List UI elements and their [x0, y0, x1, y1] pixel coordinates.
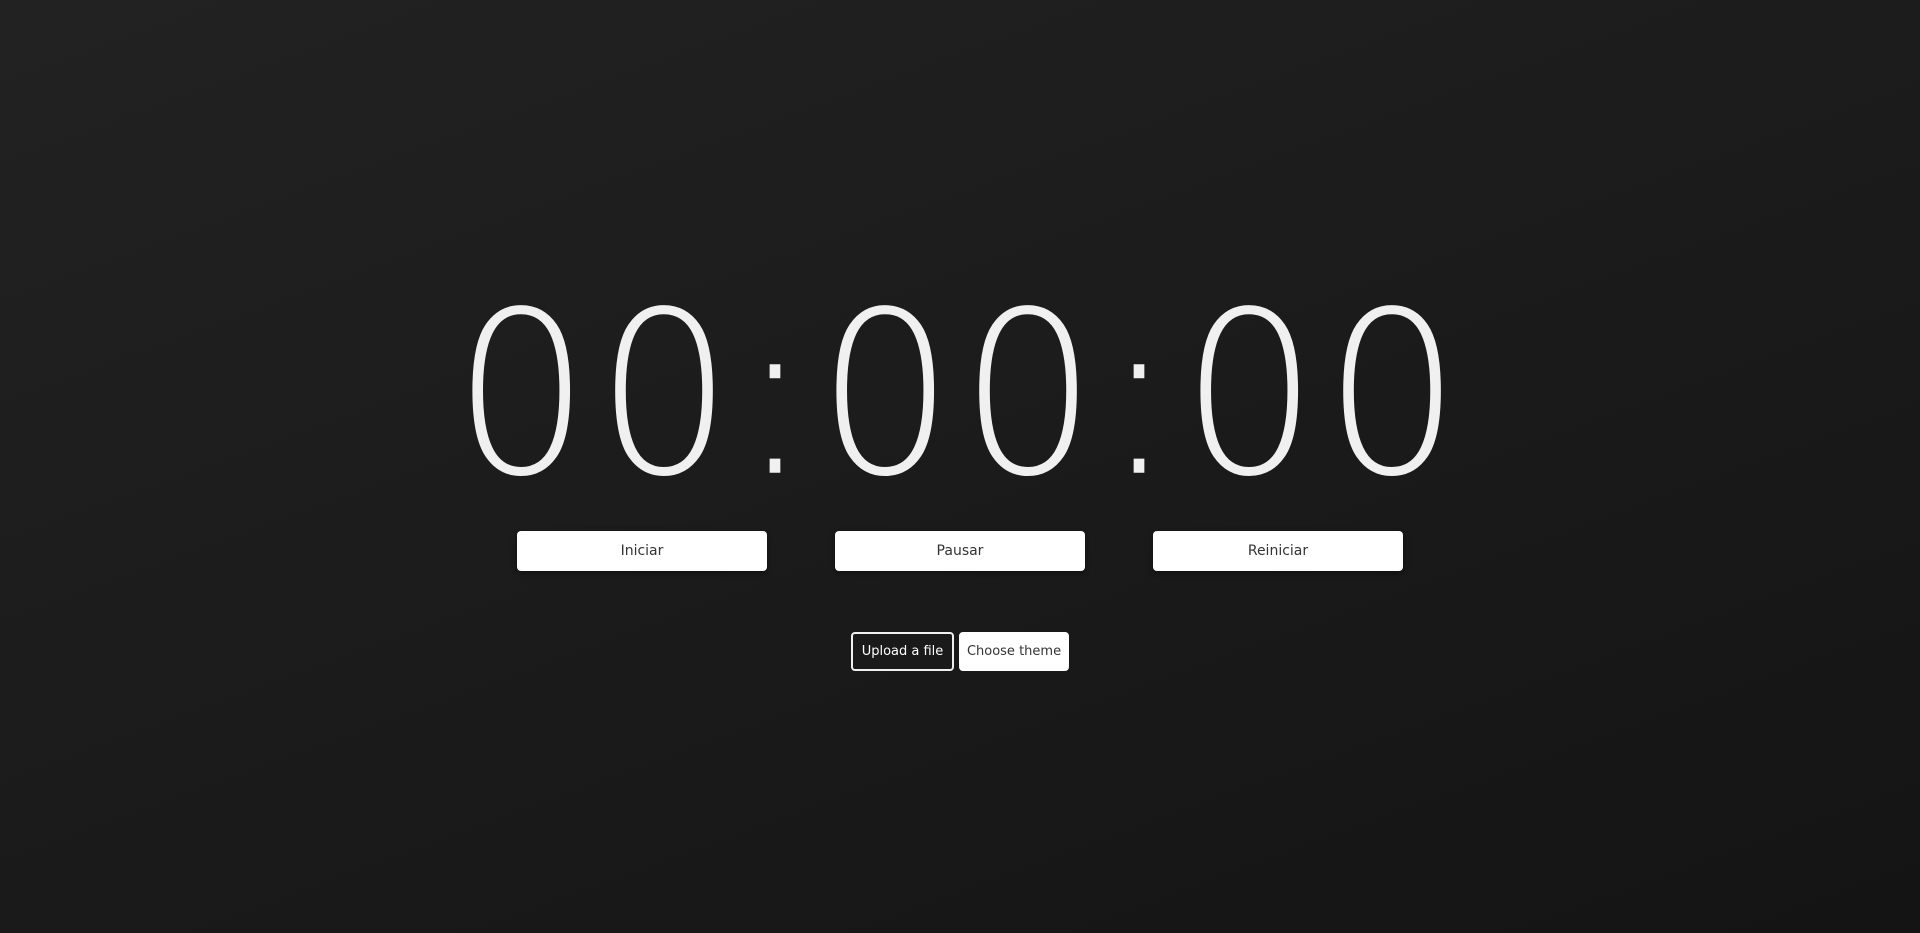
choose-theme-button[interactable]: Choose theme: [959, 632, 1069, 671]
start-button[interactable]: Iniciar: [517, 531, 767, 571]
timer-display: 00:00:00: [453, 262, 1467, 527]
reset-button[interactable]: Reiniciar: [1153, 531, 1403, 571]
pause-button[interactable]: Pausar: [835, 531, 1085, 571]
upload-file-button[interactable]: Upload a file: [851, 632, 954, 671]
